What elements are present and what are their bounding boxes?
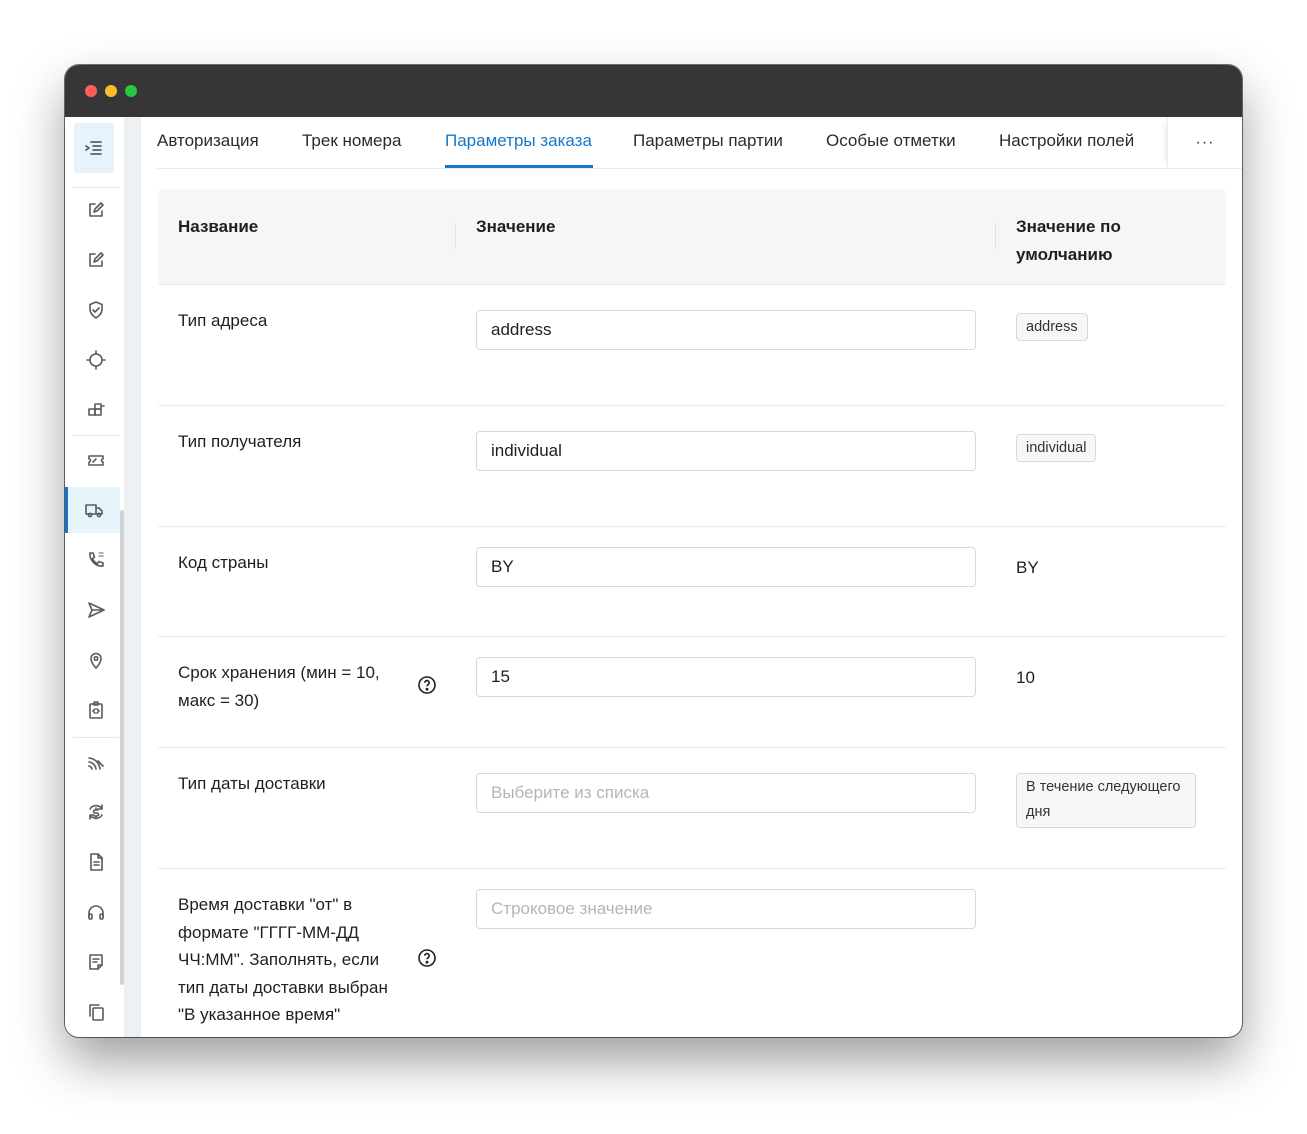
default-value-text: 10 <box>1016 668 1035 687</box>
sidebar-item-location[interactable] <box>73 637 119 683</box>
table-row: Время доставки "от" в формате "ГГГГ-ММ-Д… <box>158 869 1226 1037</box>
sidebar <box>65 117 125 1037</box>
param-name: Срок хранения (мин = 10, макс = 30) <box>178 663 380 710</box>
sidebar-item-edit-1[interactable] <box>73 187 119 233</box>
document-icon <box>90 853 103 871</box>
sidebar-item-delivery[interactable] <box>65 487 120 533</box>
maximize-window-button[interactable] <box>125 85 137 97</box>
app-window: Авторизация Трек номера Параметры заказа… <box>65 65 1242 1037</box>
table-row: Тип получателя individual individual <box>158 406 1226 527</box>
currency-exchange-icon <box>89 804 103 820</box>
sidebar-item-copy[interactable] <box>73 989 119 1035</box>
sidebar-item-target[interactable] <box>73 337 119 383</box>
tab-special-marks[interactable]: Особые отметки <box>826 131 956 151</box>
sidebar-scrollbar[interactable] <box>120 510 124 985</box>
menu-fold-icon <box>85 141 102 155</box>
tab-authorization[interactable]: Авторизация <box>157 131 259 151</box>
delivery-date-type-select[interactable]: Выберите из списка <box>476 773 976 813</box>
clipboard-code-icon <box>89 701 103 719</box>
title-bar <box>65 65 1242 117</box>
tab-order-params[interactable]: Параметры заказа <box>445 131 592 151</box>
column-header-default: Значение по умолчанию <box>1016 217 1121 264</box>
sidebar-item-edit-2[interactable] <box>73 237 119 283</box>
copy-icon <box>89 1004 104 1021</box>
sidebar-item-currency[interactable] <box>73 789 119 835</box>
sidebar-toggle-button[interactable] <box>74 123 114 173</box>
sidebar-item-signal[interactable] <box>73 739 119 785</box>
table-row: Тип адреса address address <box>158 285 1226 406</box>
location-pin-icon <box>90 652 102 669</box>
delivery-time-from-input[interactable]: Строковое значение <box>476 889 976 929</box>
headphones-icon <box>88 905 104 920</box>
param-name: Тип получателя <box>178 432 302 451</box>
table-row: Код страны BY BY <box>158 527 1226 637</box>
sidebar-item-notes[interactable] <box>73 939 119 985</box>
address-type-input[interactable]: address <box>476 310 976 350</box>
sidebar-item-support[interactable] <box>73 889 119 935</box>
default-value-tag: individual <box>1016 434 1097 462</box>
sip-phone-icon <box>89 552 104 567</box>
sidebar-item-ticket[interactable] <box>73 437 119 483</box>
close-window-button[interactable] <box>85 85 97 97</box>
sidebar-item-send[interactable] <box>73 587 119 633</box>
sidebar-item-shield[interactable] <box>73 287 119 333</box>
sidebar-item-api[interactable] <box>73 687 119 733</box>
note-icon <box>89 954 103 970</box>
signal-icon <box>88 757 104 770</box>
tab-bar: Авторизация Трек номера Параметры заказа… <box>157 117 1242 169</box>
table-row: Срок хранения (мин = 10, макс = 30) 15 1… <box>158 637 1226 748</box>
ticket-icon <box>88 455 104 466</box>
param-name: Тип даты доставки <box>178 774 326 793</box>
truck-icon <box>85 504 103 518</box>
send-icon <box>88 602 105 618</box>
edit-icon <box>89 202 104 217</box>
sidebar-item-document[interactable] <box>73 839 119 885</box>
edit-icon <box>89 252 104 267</box>
sidebar-item-sip[interactable] <box>73 537 119 583</box>
tabs-more-button[interactable]: ··· <box>1167 117 1242 169</box>
default-value-tag: address <box>1016 313 1088 341</box>
sidebar-item-blocks[interactable] <box>73 387 119 433</box>
tab-field-settings[interactable]: Настройки полей <box>999 131 1134 151</box>
recipient-type-input[interactable]: individual <box>476 431 976 471</box>
country-code-input[interactable]: BY <box>476 547 976 587</box>
default-value-text: BY <box>1016 558 1039 577</box>
shield-check-icon <box>89 301 103 319</box>
help-icon[interactable] <box>417 948 437 968</box>
storage-period-input[interactable]: 15 <box>476 657 976 697</box>
param-name: Время доставки "от" в формате "ГГГГ-ММ-Д… <box>178 895 388 1024</box>
help-icon[interactable] <box>417 675 437 695</box>
crosshair-icon <box>86 350 106 370</box>
tab-batch-params[interactable]: Параметры партии <box>633 131 783 151</box>
table-header: Название Значение Значение по умолчанию <box>158 189 1226 285</box>
param-name: Тип адреса <box>178 311 268 330</box>
params-table: Название Значение Значение по умолчанию … <box>158 189 1226 1037</box>
blocks-icon <box>88 403 105 416</box>
default-value-tag: В течение следующего дня <box>1016 773 1196 828</box>
column-header-value: Значение <box>476 217 556 236</box>
active-tab-indicator <box>445 165 593 168</box>
param-name: Код страны <box>178 553 269 572</box>
sidebar-gutter <box>125 117 141 1037</box>
table-row: Тип даты доставки Выберите из списка В т… <box>158 748 1226 869</box>
tab-track-numbers[interactable]: Трек номера <box>302 131 401 151</box>
column-header-name: Название <box>178 217 259 236</box>
minimize-window-button[interactable] <box>105 85 117 97</box>
